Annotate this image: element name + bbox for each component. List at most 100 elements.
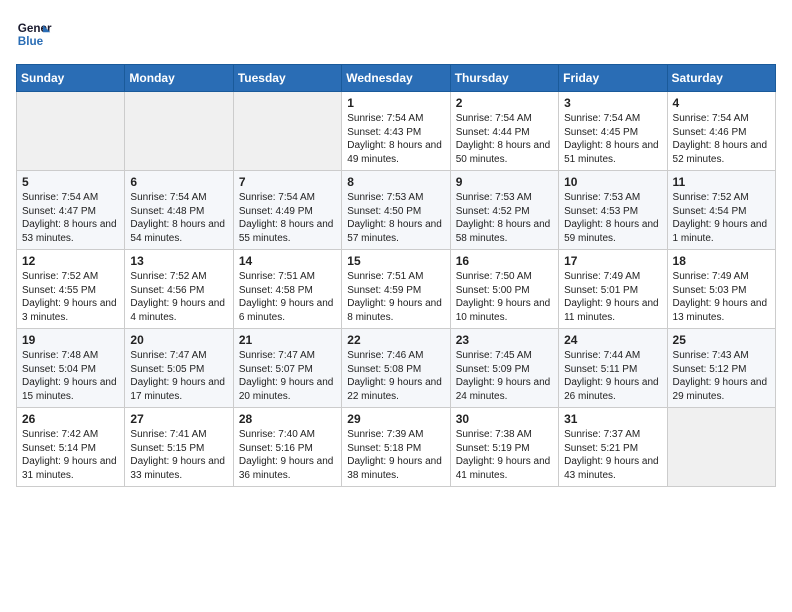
calendar-cell: 7 Sunrise: 7:54 AM Sunset: 4:49 PM Daylig… <box>233 171 341 250</box>
calendar-cell: 12Sunrise: 7:52 AM Sunset: 4:55 PM Dayli… <box>17 250 125 329</box>
day-info: Sunrise: 7:42 AM Sunset: 5:14 PM Dayligh… <box>22 428 119 482</box>
calendar-cell: 24 Sunrise: 7:44 AM Sunset: 5:11 PM Dayli… <box>559 329 667 408</box>
day-number: 15 <box>347 254 444 268</box>
weekday-header-sunday: Sunday <box>17 65 125 92</box>
day-number: 25 <box>673 333 770 347</box>
calendar-cell: 13 Sunrise: 7:52 AM Sunset: 4:56 PM Dayli… <box>125 250 233 329</box>
day-number: 7 <box>239 175 336 189</box>
calendar-cell: 1 Sunrise: 7:54 AM Sunset: 4:43 PM Daylig… <box>342 92 450 171</box>
day-info: Sunrise: 7:47 AM Sunset: 5:05 PM Dayligh… <box>130 349 227 403</box>
day-number: 24 <box>564 333 661 347</box>
calendar-cell: 9 Sunrise: 7:53 AM Sunset: 4:52 PM Daylig… <box>450 171 558 250</box>
day-number: 26 <box>22 412 119 426</box>
day-number: 20 <box>130 333 227 347</box>
day-number: 19 <box>22 333 119 347</box>
svg-text:General: General <box>18 22 52 35</box>
weekday-header-saturday: Saturday <box>667 65 775 92</box>
calendar-cell: 20 Sunrise: 7:47 AM Sunset: 5:05 PM Dayli… <box>125 329 233 408</box>
calendar-cell: 23Sunrise: 7:45 AM Sunset: 5:09 PM Dayli… <box>450 329 558 408</box>
day-number: 21 <box>239 333 336 347</box>
day-info: Sunrise: 7:38 AM Sunset: 5:19 PM Dayligh… <box>456 428 553 482</box>
calendar-cell: 4 Sunrise: 7:54 AM Sunset: 4:46 PM Daylig… <box>667 92 775 171</box>
calendar-cell <box>667 408 775 487</box>
weekday-header-tuesday: Tuesday <box>233 65 341 92</box>
calendar-cell: 19 Sunrise: 7:48 AM Sunset: 5:04 PM Dayli… <box>17 329 125 408</box>
day-info: Sunrise: 7:53 AM Sunset: 4:50 PM Dayligh… <box>347 191 444 245</box>
day-info: Sunrise: 7:46 AM Sunset: 5:08 PM Dayligh… <box>347 349 444 403</box>
calendar-cell: 5Sunrise: 7:54 AM Sunset: 4:47 PM Daylig… <box>17 171 125 250</box>
calendar-cell: 14 Sunrise: 7:51 AM Sunset: 4:58 PM Dayli… <box>233 250 341 329</box>
day-info: Sunrise: 7:54 AM Sunset: 4:49 PM Dayligh… <box>239 191 336 245</box>
calendar-cell: 21Sunrise: 7:47 AM Sunset: 5:07 PM Dayli… <box>233 329 341 408</box>
calendar-cell: 30 Sunrise: 7:38 AM Sunset: 5:19 PM Dayli… <box>450 408 558 487</box>
day-info: Sunrise: 7:40 AM Sunset: 5:16 PM Dayligh… <box>239 428 336 482</box>
day-number: 30 <box>456 412 553 426</box>
day-info: Sunrise: 7:51 AM Sunset: 4:58 PM Dayligh… <box>239 270 336 324</box>
day-info: Sunrise: 7:37 AM Sunset: 5:21 PM Dayligh… <box>564 428 661 482</box>
day-number: 1 <box>347 96 444 110</box>
day-info: Sunrise: 7:49 AM Sunset: 5:01 PM Dayligh… <box>564 270 661 324</box>
calendar-cell: 28 Sunrise: 7:40 AM Sunset: 5:16 PM Dayli… <box>233 408 341 487</box>
calendar-cell: 16 Sunrise: 7:50 AM Sunset: 5:00 PM Dayli… <box>450 250 558 329</box>
day-info: Sunrise: 7:41 AM Sunset: 5:15 PM Dayligh… <box>130 428 227 482</box>
calendar-cell: 18 Sunrise: 7:49 AM Sunset: 5:03 PM Dayli… <box>667 250 775 329</box>
day-number: 31 <box>564 412 661 426</box>
calendar-cell: 29Sunrise: 7:39 AM Sunset: 5:18 PM Dayli… <box>342 408 450 487</box>
page-header: General Blue <box>16 16 776 52</box>
day-info: Sunrise: 7:54 AM Sunset: 4:46 PM Dayligh… <box>673 112 770 166</box>
day-number: 18 <box>673 254 770 268</box>
day-info: Sunrise: 7:52 AM Sunset: 4:55 PM Dayligh… <box>22 270 119 324</box>
day-number: 9 <box>456 175 553 189</box>
day-info: Sunrise: 7:54 AM Sunset: 4:43 PM Dayligh… <box>347 112 444 166</box>
calendar-cell: 26 Sunrise: 7:42 AM Sunset: 5:14 PM Dayli… <box>17 408 125 487</box>
day-info: Sunrise: 7:49 AM Sunset: 5:03 PM Dayligh… <box>673 270 770 324</box>
calendar-cell <box>125 92 233 171</box>
day-number: 2 <box>456 96 553 110</box>
day-info: Sunrise: 7:48 AM Sunset: 5:04 PM Dayligh… <box>22 349 119 403</box>
day-info: Sunrise: 7:51 AM Sunset: 4:59 PM Dayligh… <box>347 270 444 324</box>
calendar-cell: 15 Sunrise: 7:51 AM Sunset: 4:59 PM Dayli… <box>342 250 450 329</box>
calendar-cell <box>233 92 341 171</box>
day-number: 10 <box>564 175 661 189</box>
day-number: 8 <box>347 175 444 189</box>
day-number: 17 <box>564 254 661 268</box>
logo: General Blue <box>16 16 52 52</box>
calendar-cell: 22 Sunrise: 7:46 AM Sunset: 5:08 PM Dayli… <box>342 329 450 408</box>
calendar-cell: 17 Sunrise: 7:49 AM Sunset: 5:01 PM Dayli… <box>559 250 667 329</box>
day-number: 4 <box>673 96 770 110</box>
calendar-table: SundayMondayTuesdayWednesdayThursdayFrid… <box>16 64 776 487</box>
day-info: Sunrise: 7:53 AM Sunset: 4:53 PM Dayligh… <box>564 191 661 245</box>
day-info: Sunrise: 7:54 AM Sunset: 4:45 PM Dayligh… <box>564 112 661 166</box>
day-info: Sunrise: 7:52 AM Sunset: 4:54 PM Dayligh… <box>673 191 770 245</box>
day-number: 5 <box>22 175 119 189</box>
calendar-cell: 6 Sunrise: 7:54 AM Sunset: 4:48 PM Daylig… <box>125 171 233 250</box>
day-number: 6 <box>130 175 227 189</box>
day-number: 14 <box>239 254 336 268</box>
svg-text:Blue: Blue <box>18 35 44 48</box>
day-info: Sunrise: 7:54 AM Sunset: 4:48 PM Dayligh… <box>130 191 227 245</box>
day-number: 28 <box>239 412 336 426</box>
day-info: Sunrise: 7:53 AM Sunset: 4:52 PM Dayligh… <box>456 191 553 245</box>
day-number: 29 <box>347 412 444 426</box>
calendar-cell: 3 Sunrise: 7:54 AM Sunset: 4:45 PM Daylig… <box>559 92 667 171</box>
day-number: 3 <box>564 96 661 110</box>
day-info: Sunrise: 7:52 AM Sunset: 4:56 PM Dayligh… <box>130 270 227 324</box>
calendar-cell: 31 Sunrise: 7:37 AM Sunset: 5:21 PM Dayli… <box>559 408 667 487</box>
calendar-cell: 2 Sunrise: 7:54 AM Sunset: 4:44 PM Daylig… <box>450 92 558 171</box>
calendar-cell: 11 Sunrise: 7:52 AM Sunset: 4:54 PM Dayli… <box>667 171 775 250</box>
weekday-header-monday: Monday <box>125 65 233 92</box>
day-number: 16 <box>456 254 553 268</box>
day-number: 27 <box>130 412 227 426</box>
day-number: 23 <box>456 333 553 347</box>
day-number: 13 <box>130 254 227 268</box>
weekday-header-friday: Friday <box>559 65 667 92</box>
day-info: Sunrise: 7:50 AM Sunset: 5:00 PM Dayligh… <box>456 270 553 324</box>
day-number: 22 <box>347 333 444 347</box>
day-number: 11 <box>673 175 770 189</box>
day-info: Sunrise: 7:54 AM Sunset: 4:44 PM Dayligh… <box>456 112 553 166</box>
logo-icon: General Blue <box>16 16 52 52</box>
weekday-header-thursday: Thursday <box>450 65 558 92</box>
calendar-cell: 27 Sunrise: 7:41 AM Sunset: 5:15 PM Dayli… <box>125 408 233 487</box>
day-info: Sunrise: 7:44 AM Sunset: 5:11 PM Dayligh… <box>564 349 661 403</box>
calendar-cell: 8 Sunrise: 7:53 AM Sunset: 4:50 PM Daylig… <box>342 171 450 250</box>
